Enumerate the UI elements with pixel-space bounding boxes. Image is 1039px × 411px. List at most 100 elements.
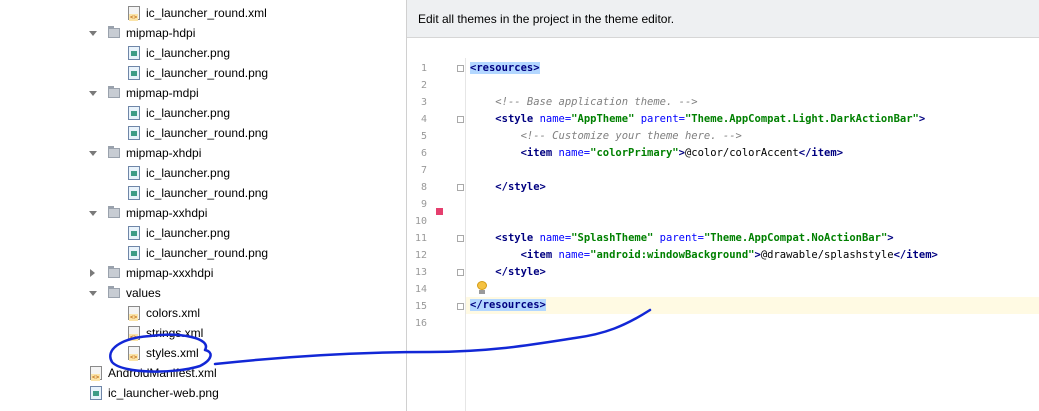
code-line-3[interactable]: <!-- Base application theme. --> — [470, 94, 697, 111]
tree-item-label: mipmap-xxhdpi — [126, 206, 208, 220]
chevron-down-icon[interactable] — [88, 143, 98, 163]
line-number: 8 — [420, 182, 427, 193]
folder-icon — [108, 26, 120, 38]
tree-item-label: ic_launcher_round.png — [146, 126, 269, 140]
project-tree-panel: ic_launcher_round.xml mipmap-hdpi ic_launc… — [0, 0, 406, 411]
tree-item-label: mipmap-mdpi — [126, 86, 199, 100]
line-number: 16 — [414, 318, 427, 329]
fold-marker-icon[interactable] — [457, 269, 464, 276]
fold-marker-icon[interactable] — [457, 235, 464, 242]
code-line-8[interactable]: </style> — [470, 179, 546, 196]
code-line-13[interactable]: </style> — [470, 264, 546, 281]
tree-item-label: ic_launcher.png — [146, 226, 231, 240]
tree-item-label: ic_launcher.png — [146, 106, 231, 120]
bookmark-icon[interactable] — [436, 208, 443, 215]
tree-item-label: mipmap-xxxhdpi — [126, 266, 214, 280]
tree-folder-row[interactable]: values — [0, 283, 406, 303]
image-file-icon — [128, 186, 140, 200]
chevron-right-icon[interactable] — [88, 263, 98, 283]
line-number: 6 — [420, 148, 427, 159]
tree-item-label: styles.xml — [146, 346, 199, 360]
code-line-15[interactable]: </resources> — [470, 297, 546, 314]
image-file-icon — [128, 126, 140, 140]
line-number: 9 — [420, 199, 427, 210]
folder-icon — [108, 86, 120, 98]
line-number: 3 — [420, 97, 427, 108]
code-line-6[interactable]: <item name="colorPrimary">@color/colorAc… — [470, 145, 843, 162]
image-file-icon — [128, 46, 140, 60]
xml-file-icon — [128, 306, 140, 321]
lightbulb-icon[interactable] — [476, 281, 488, 295]
line-number: 1 — [420, 63, 427, 74]
code-line-1[interactable]: <resources> — [470, 60, 540, 77]
code-line-4[interactable]: <style name="AppTheme" parent="Theme.App… — [470, 111, 925, 128]
chevron-down-icon[interactable] — [88, 23, 98, 43]
tree-file-row[interactable]: ic_launcher_round.png — [0, 63, 406, 83]
line-number: 15 — [414, 301, 427, 312]
tree-file-row[interactable]: ic_launcher-web.png — [0, 383, 406, 403]
tree-file-row[interactable]: ic_launcher.png — [0, 163, 406, 183]
chevron-down-icon[interactable] — [88, 283, 98, 303]
line-number: 13 — [414, 267, 427, 278]
image-file-icon — [128, 246, 140, 260]
line-number: 4 — [420, 114, 427, 125]
code-line-5[interactable]: <!-- Customize your theme here. --> — [470, 128, 742, 145]
xml-file-icon — [128, 326, 140, 341]
tree-file-row[interactable]: strings.xml — [0, 323, 406, 343]
tree-file-row[interactable]: ic_launcher_round.xml — [0, 3, 406, 23]
tree-item-label: ic_launcher_round.png — [146, 186, 269, 200]
tree-file-row[interactable]: AndroidManifest.xml — [0, 363, 406, 383]
line-number: 12 — [414, 250, 427, 261]
tree-file-row[interactable]: ic_launcher.png — [0, 43, 406, 63]
tree-file-row[interactable]: ic_launcher_round.png — [0, 123, 406, 143]
line-number: 14 — [414, 284, 427, 295]
code-line-11[interactable]: <style name="SplashTheme" parent="Theme.… — [470, 230, 893, 247]
line-number: 10 — [414, 216, 427, 227]
image-file-icon — [128, 66, 140, 80]
tree-folder-row[interactable]: mipmap-xhdpi — [0, 143, 406, 163]
line-number: 7 — [420, 165, 427, 176]
line-number: 5 — [420, 131, 427, 142]
tree-folder-row[interactable]: mipmap-xxxhdpi — [0, 263, 406, 283]
folder-icon — [108, 286, 120, 298]
code-editor-panel: Edit all themes in the project in the th… — [406, 0, 1039, 411]
fold-marker-icon[interactable] — [457, 184, 464, 191]
tree-item-label: ic_launcher-web.png — [108, 386, 219, 400]
tree-item-label: ic_launcher_round.png — [146, 246, 269, 260]
xml-file-icon — [128, 6, 140, 21]
tree-item-label: AndroidManifest.xml — [108, 366, 217, 380]
line-number: 11 — [414, 233, 427, 244]
tree-folder-row[interactable]: mipmap-mdpi — [0, 83, 406, 103]
tree-file-row[interactable]: ic_launcher_round.png — [0, 183, 406, 203]
chevron-down-icon[interactable] — [88, 203, 98, 223]
fold-marker-icon[interactable] — [457, 65, 464, 72]
fold-marker-icon[interactable] — [457, 116, 464, 123]
tree-file-row[interactable]: ic_launcher.png — [0, 103, 406, 123]
tree-item-label: ic_launcher_round.png — [146, 66, 269, 80]
tree-file-row[interactable]: ic_launcher.png — [0, 223, 406, 243]
tree-item-label: ic_launcher.png — [146, 46, 231, 60]
code-line-12[interactable]: <item name="android:windowBackground">@d… — [470, 247, 938, 264]
image-file-icon — [128, 226, 140, 240]
folder-icon — [108, 206, 120, 218]
tree-item-label: ic_launcher_round.xml — [146, 6, 267, 20]
image-file-icon — [128, 106, 140, 120]
tree-file-row[interactable]: colors.xml — [0, 303, 406, 323]
folder-icon — [108, 146, 120, 158]
tree-item-label: mipmap-xhdpi — [126, 146, 202, 160]
tree-item-label: ic_launcher.png — [146, 166, 231, 180]
tree-file-row[interactable]: ic_launcher_round.png — [0, 243, 406, 263]
fold-marker-icon[interactable] — [457, 303, 464, 310]
tree-folder-row[interactable]: mipmap-hdpi — [0, 23, 406, 43]
tree-folder-row[interactable]: mipmap-xxhdpi — [0, 203, 406, 223]
chevron-down-icon[interactable] — [88, 83, 98, 103]
theme-editor-banner[interactable]: Edit all themes in the project in the th… — [407, 0, 1039, 38]
image-file-icon — [90, 386, 102, 400]
tree-item-label: colors.xml — [146, 306, 201, 320]
tree-file-row[interactable]: styles.xml — [0, 343, 406, 363]
tree-item-label: mipmap-hdpi — [126, 26, 196, 40]
line-number: 2 — [420, 80, 427, 91]
xml-file-icon — [90, 366, 102, 381]
tree-item-label: values — [126, 286, 161, 300]
folder-icon — [108, 266, 120, 278]
